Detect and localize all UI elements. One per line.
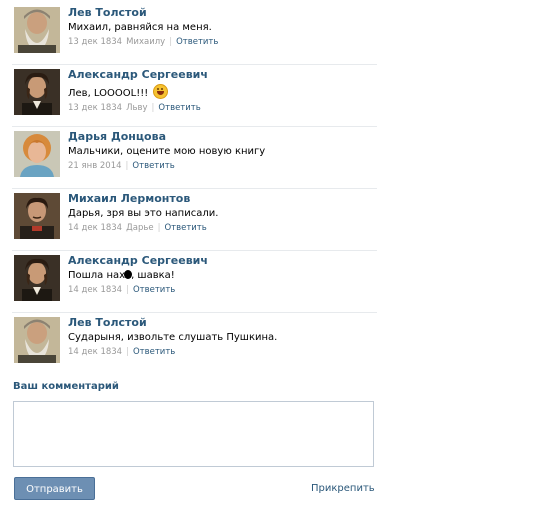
comment-form-title: Ваш комментарий — [13, 381, 119, 392]
comment-author[interactable]: Александр Сергеевич — [68, 68, 377, 81]
comment-text-part: , шавка! — [131, 270, 175, 281]
comment-item: Лев Толстой Михаил, равняйся на меня. 13… — [12, 3, 377, 65]
comment-text-content: Михаил, равняйся на меня. — [68, 22, 212, 33]
comment-text: Сударыня, извольте слушать Пушкина. — [68, 332, 377, 343]
send-button[interactable]: Отправить — [14, 477, 95, 500]
comment-author[interactable]: Лев Толстой — [68, 316, 377, 329]
reply-to[interactable]: Михаилу — [126, 37, 165, 47]
reply-to[interactable]: Дарье — [126, 223, 153, 233]
comment-author[interactable]: Лев Толстой — [68, 6, 377, 19]
meta-separator: | — [157, 223, 161, 233]
comment-body: Дарья Донцова Мальчики, оцените мою нову… — [68, 130, 377, 171]
reply-link[interactable]: Ответить — [176, 37, 218, 47]
meta-separator: | — [151, 103, 155, 113]
comment-item: Александр Сергеевич Пошла нах , шавка! 14… — [12, 251, 377, 313]
comment-author[interactable]: Михаил Лермонтов — [68, 192, 377, 205]
comment-date[interactable]: 14 дек 1834 — [68, 223, 122, 233]
comment-date[interactable]: 14 дек 1834 — [68, 285, 122, 295]
avatar[interactable] — [14, 193, 60, 239]
comment-meta: 14 дек 1834 Дарье | Ответить — [68, 223, 377, 233]
laughing-smiley-icon — [153, 84, 169, 99]
reply-to[interactable]: Льву — [126, 103, 147, 113]
comment-author[interactable]: Дарья Донцова — [68, 130, 377, 143]
comment-text-content: Дарья, зря вы это написали. — [68, 208, 219, 219]
reply-link[interactable]: Ответить — [133, 347, 175, 357]
reply-link[interactable]: Ответить — [164, 223, 206, 233]
comment-date[interactable]: 14 дек 1834 — [68, 347, 122, 357]
comment-date[interactable]: 13 дек 1834 — [68, 103, 122, 113]
attach-link[interactable]: Прикрепить — [311, 483, 375, 494]
comment-date[interactable]: 21 янв 2014 — [68, 161, 122, 171]
comment-text: Лев, LOOOOL!!! — [68, 84, 377, 99]
comment-body: Александр Сергеевич Лев, LOOOOL!!! 13 де… — [68, 68, 377, 113]
comment-meta: 13 дек 1834 Михаилу | Ответить — [68, 37, 377, 47]
comment-item: Лев Толстой Сударыня, извольте слушать П… — [12, 313, 377, 374]
comment-text: Пошла нах , шавка! — [68, 270, 377, 281]
reply-link[interactable]: Ответить — [133, 285, 175, 295]
meta-separator: | — [169, 37, 173, 47]
comment-date[interactable]: 13 дек 1834 — [68, 37, 122, 47]
reply-link[interactable]: Ответить — [132, 161, 174, 171]
comment-meta: 14 дек 1834 | Ответить — [68, 285, 377, 295]
comment-body: Лев Толстой Сударыня, извольте слушать П… — [68, 316, 377, 357]
avatar[interactable] — [14, 69, 60, 115]
comment-item: Александр Сергеевич Лев, LOOOOL!!! 13 де… — [12, 65, 377, 127]
comment-body: Михаил Лермонтов Дарья, зря вы это напис… — [68, 192, 377, 233]
comment-meta: 13 дек 1834 Льву | Ответить — [68, 103, 377, 113]
comment-body: Лев Толстой Михаил, равняйся на меня. 13… — [68, 6, 377, 47]
meta-separator: | — [126, 285, 129, 295]
comment-author[interactable]: Александр Сергеевич — [68, 254, 377, 267]
comment-item: Михаил Лермонтов Дарья, зря вы это напис… — [12, 189, 377, 251]
comment-text: Дарья, зря вы это написали. — [68, 208, 377, 219]
comment-text-content: Сударыня, извольте слушать Пушкина. — [68, 332, 278, 343]
avatar[interactable] — [14, 255, 60, 301]
reply-link[interactable]: Ответить — [158, 103, 200, 113]
comment-meta: 21 янв 2014 | Ответить — [68, 161, 377, 171]
meta-separator: | — [125, 161, 129, 171]
comment-body: Александр Сергеевич Пошла нах , шавка! 14… — [68, 254, 377, 295]
comment-meta: 14 дек 1834 | Ответить — [68, 347, 377, 357]
comment-textarea[interactable] — [13, 401, 374, 467]
comment-text-content: Мальчики, оцените мою новую книгу — [68, 146, 266, 157]
comment-text: Михаил, равняйся на меня. — [68, 22, 377, 33]
comment-text-part: Пошла нах — [68, 270, 126, 281]
comment-text-content: Лев, LOOOOL!!! — [68, 88, 149, 99]
avatar[interactable] — [14, 317, 60, 363]
avatar[interactable] — [14, 7, 60, 53]
comment-text: Мальчики, оцените мою новую книгу — [68, 146, 377, 157]
comment-item: Дарья Донцова Мальчики, оцените мою нову… — [12, 127, 377, 189]
comments-list: Лев Толстой Михаил, равняйся на меня. 13… — [12, 3, 377, 374]
avatar[interactable] — [14, 131, 60, 177]
meta-separator: | — [126, 347, 129, 357]
